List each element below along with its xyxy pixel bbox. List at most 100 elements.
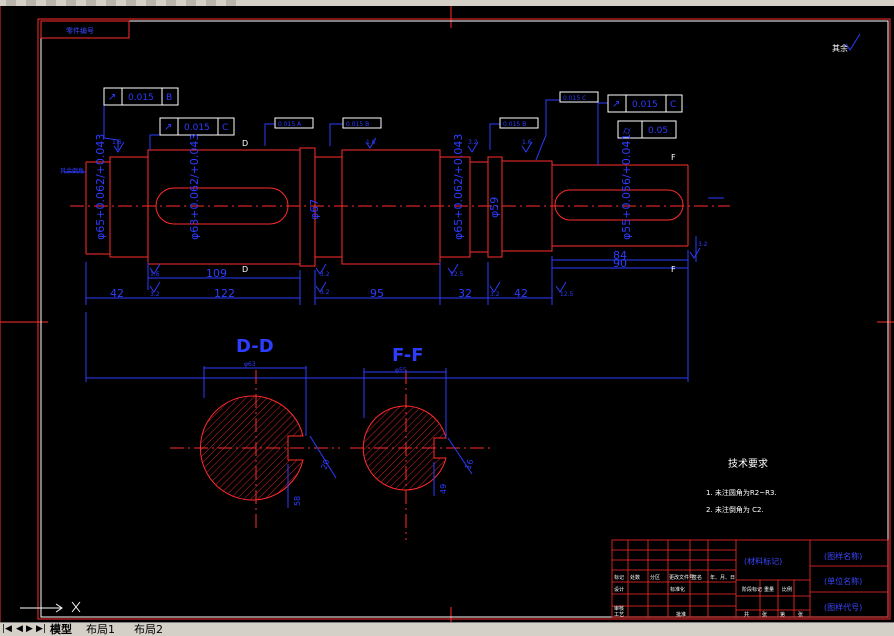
diameter-5: φ59: [488, 197, 501, 218]
inner-frame: [40, 20, 889, 618]
length-6: 42: [514, 287, 528, 300]
drawing-name: (图样名称): [824, 551, 862, 561]
tolerance-frame-3: ↗ 0.015 C: [607, 94, 683, 113]
length-4: 95: [370, 287, 384, 300]
section-f-dim-depth: 49: [439, 484, 448, 494]
title-block-text: (材料标记) (单位名称) (图样代号) (图样名称): [744, 551, 862, 612]
tab-layout2[interactable]: 布局2: [134, 624, 163, 635]
length-3: 109: [206, 267, 227, 280]
section-marker-f-bottom: F: [671, 265, 676, 274]
tab-nav-first[interactable]: |◀: [2, 624, 12, 634]
section-d-dim-diameter: φ63: [244, 361, 256, 368]
tb-cell-9: 张: [798, 611, 803, 618]
drawing-code: (图样代号): [824, 602, 862, 612]
ra-4: 3.2: [320, 271, 330, 278]
length-2: 122: [214, 287, 235, 300]
ra-5: 1.6: [366, 139, 376, 146]
section-f-dim-diameter: φ55: [395, 367, 407, 374]
tol-1-symbol-icon: ↗: [108, 92, 116, 103]
small-frame-3: 0.015 B: [503, 121, 526, 128]
roughness-note: 其余: [832, 43, 848, 53]
section-marker-d-bottom: D: [242, 265, 248, 274]
section-marker-f-top: F: [671, 153, 676, 162]
tb-cell-2: 批准: [676, 611, 686, 618]
tol-2-symbol-icon: ↗: [164, 122, 172, 133]
length-5: 32: [458, 287, 472, 300]
tb-cell-8: 第: [780, 611, 785, 618]
section-title-f: F-F: [392, 345, 424, 366]
section-f-dim-width: 16: [463, 458, 475, 471]
tab-nav-last[interactable]: ▶|: [36, 624, 46, 634]
small-frame-2: 0.015 B: [346, 121, 369, 128]
length-labels: 42 122 109 95 32 42 84 90: [110, 249, 627, 300]
length-1: 42: [110, 287, 124, 300]
ra-6: 3.2: [320, 289, 330, 296]
drawing-canvas: 零件编号 其余 ↗ 0.015 B ↗ 0.015 C ↗ 0.015 C ⌭ …: [0, 6, 894, 622]
ra-11: 12.5: [560, 291, 574, 298]
tb-header-6: 年、月、日: [710, 574, 735, 581]
tolerance-frame-2: ↗ 0.015 C: [159, 117, 235, 136]
part-number-tag: 零件编号: [66, 26, 94, 35]
tb-header-1: 标记: [614, 574, 624, 581]
section-title-d: D-D: [236, 336, 274, 357]
roughness-symbols: 1.6 1.6 3.2 3.2 1.6 3.2 12.5 3.2 3.2 1.6…: [112, 137, 708, 298]
section-d-view: φ63 20 58: [170, 361, 340, 530]
tol-3-datum: C: [670, 100, 676, 110]
small-frames: 0.015 A 0.015 B 0.015 B 0.015 C: [274, 91, 599, 129]
tb-cell-4: 重量: [764, 586, 774, 593]
small-frame-4: 0.015 C: [563, 95, 586, 102]
ra-2: 1.6: [150, 271, 160, 278]
tech-requirements-title: 技术要求: [728, 457, 768, 470]
tol-4-value: 0.05: [648, 126, 668, 136]
section-d-dim-depth: 58: [293, 496, 302, 506]
tb-header-2: 处数: [630, 574, 640, 581]
tb-header-5: 签名: [692, 574, 702, 581]
shaft-outline: [85, 147, 689, 267]
layout-tabs: |◀ ◀ ▶ ▶| 模型 布局1 布局2: [0, 622, 894, 636]
tb-row-1: 设计: [614, 586, 624, 593]
small-frame-1: 0.015 A: [278, 121, 302, 128]
diameter-2: φ63+0.062/+0.043: [188, 134, 201, 240]
tb-cell-6: 共: [744, 611, 749, 618]
section-f-view: φ55 16 49: [350, 367, 490, 540]
tb-cell-3: 阶段标记: [742, 586, 762, 593]
roughness-symbol-icon: [845, 33, 861, 51]
tb-header-4: 更改文件号: [669, 574, 694, 581]
diameter-4: φ65+0.062/+0.043: [452, 134, 465, 240]
tb-header-3: 分区: [650, 574, 660, 581]
tolerance-frame-1: ↗ 0.015 B: [103, 87, 179, 106]
tol-1-datum: B: [166, 93, 172, 103]
unit-name: (单位名称): [824, 576, 862, 586]
tb-cell-7: 张: [762, 611, 767, 618]
ra-3: 3.2: [150, 291, 160, 298]
ra-12: 3.2: [698, 241, 708, 248]
tab-model[interactable]: 模型: [50, 624, 72, 635]
length-8: 90: [613, 257, 627, 270]
ra-8: 3.2: [468, 139, 478, 146]
tab-nav-prev[interactable]: ◀: [16, 624, 23, 634]
ucs-icon: [20, 601, 81, 613]
tech-requirement-2: 2. 未注倒角为 C2.: [706, 505, 764, 514]
ra-1: 1.6: [112, 139, 122, 146]
section-marker-d-top: D: [242, 139, 248, 148]
tol-1-value: 0.015: [128, 93, 154, 103]
tb-row-3: 工艺: [614, 612, 624, 618]
ra-7: 12.5: [450, 271, 464, 278]
tech-requirement-1: 1. 未注圆角为R2~R3.: [706, 488, 777, 497]
material-label: (材料标记): [744, 556, 782, 566]
tol-3-symbol-icon: ↗: [612, 99, 620, 110]
tol-2-value: 0.015: [184, 123, 210, 133]
tab-layout1[interactable]: 布局1: [86, 624, 115, 635]
ra-10: 1.6: [522, 139, 532, 146]
ra-9: 3.2: [490, 291, 500, 298]
tab-nav-next[interactable]: ▶: [26, 624, 33, 634]
diameter-1: φ65+0.062/+0.043: [94, 134, 107, 240]
tol-3-value: 0.015: [632, 100, 658, 110]
tb-cell-5: 比例: [782, 586, 792, 593]
tb-cell-1: 标准化: [670, 586, 685, 593]
tb-row-2: 审核: [614, 605, 624, 612]
diameter-6: φ55+0.056/+0.041: [620, 134, 633, 240]
left-end-label: 其余倒角: [60, 167, 84, 175]
tol-2-datum: C: [222, 123, 228, 133]
section-d-dim-width: 20: [319, 458, 331, 471]
